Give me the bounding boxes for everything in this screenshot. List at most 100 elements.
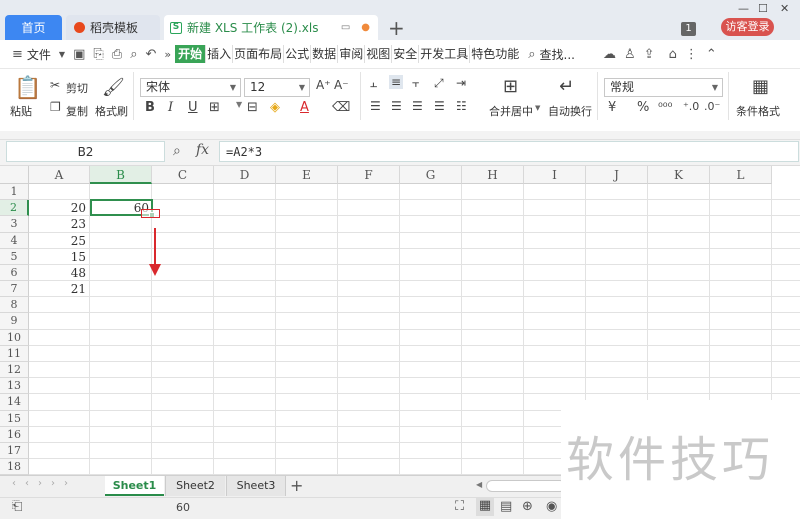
align-middle-icon[interactable]: ≡ <box>389 75 404 89</box>
paste-button[interactable]: 粘贴 <box>10 103 32 119</box>
menu-review[interactable]: 审阅 <box>338 45 366 63</box>
row-header-12[interactable]: 12 <box>0 361 29 379</box>
minimize-icon[interactable]: — <box>738 2 749 15</box>
add-sheet-button[interactable]: + <box>290 476 303 495</box>
column-header-a[interactable]: A <box>29 166 90 184</box>
menu-features[interactable]: 特色功能 <box>470 45 520 63</box>
chevron-down-icon[interactable]: ▼ <box>535 104 540 112</box>
row-header-4[interactable]: 4 <box>0 232 29 249</box>
font-size-select[interactable]: 12 ▼ <box>244 78 310 97</box>
orientation-icon[interactable]: ⤢ <box>434 76 444 91</box>
column-header-f[interactable]: F <box>338 166 400 184</box>
cut-icon[interactable]: ✂ <box>50 78 60 92</box>
number-format-select[interactable]: 常规 ▼ <box>604 78 723 97</box>
window-count-badge[interactable]: 1 <box>681 22 696 36</box>
menu-page-layout[interactable]: 页面布局 <box>233 45 285 63</box>
column-header-b[interactable]: B <box>90 166 152 184</box>
row-header-14[interactable]: 14 <box>0 394 29 411</box>
align-bottom-icon[interactable]: ⫟ <box>412 76 419 91</box>
sheet-tab-2[interactable]: Sheet2 <box>165 476 225 496</box>
name-box[interactable]: B2 <box>6 141 165 162</box>
monitor-icon[interactable]: ▭ <box>341 22 350 33</box>
cell-a7[interactable]: 21 <box>29 281 89 297</box>
conditional-format-icon[interactable]: ▦ <box>752 76 769 97</box>
more-icon[interactable]: » <box>160 48 175 61</box>
row-header-6[interactable]: 6 <box>0 264 29 282</box>
row-header-7[interactable]: 7 <box>0 281 29 298</box>
eye-protection-icon[interactable]: ◉ <box>546 499 557 514</box>
column-header-g[interactable]: G <box>400 166 462 184</box>
row-header-8[interactable]: 8 <box>0 297 29 314</box>
scroll-left-icon[interactable]: ◀ <box>476 480 482 489</box>
login-button[interactable]: 访客登录 <box>721 18 774 36</box>
menu-data[interactable]: 数据 <box>311 45 339 63</box>
tab-home[interactable]: 首页 <box>5 15 62 40</box>
column-header-l[interactable]: L <box>710 166 772 184</box>
column-header-h[interactable]: H <box>462 166 524 184</box>
align-center-icon[interactable]: ☰ <box>391 99 402 113</box>
row-header-5[interactable]: 5 <box>0 248 29 265</box>
chevron-down-icon[interactable]: ▼ <box>236 100 242 109</box>
page-layout-view-icon[interactable]: ▤ <box>500 499 512 514</box>
menu-insert[interactable]: 插入 <box>206 45 234 63</box>
column-header-d[interactable]: D <box>214 166 276 184</box>
formula-input[interactable]: =A2*3 <box>219 141 799 162</box>
thousands-icon[interactable]: ⁰⁰⁰ <box>658 100 672 114</box>
italic-icon[interactable]: I <box>168 100 173 115</box>
align-right-icon[interactable]: ☰ <box>412 99 423 113</box>
row-header-1[interactable]: 1 <box>0 184 29 201</box>
font-name-select[interactable]: 宋体 ▼ <box>140 78 241 97</box>
user-icon[interactable]: ♙ <box>620 47 640 62</box>
indent-icon[interactable]: ⇥ <box>456 76 466 90</box>
border-icon[interactable]: ⊞ <box>209 100 220 115</box>
bold-icon[interactable]: B <box>145 100 155 115</box>
row-header-10[interactable]: 10 <box>0 329 29 346</box>
clear-format-icon[interactable]: ⌫ <box>332 100 350 115</box>
menu-file[interactable]: 文件 <box>27 46 55 63</box>
skin-icon[interactable]: ⌂ <box>665 47 681 62</box>
menu-view[interactable]: 视图 <box>365 45 393 63</box>
column-header-e[interactable]: E <box>276 166 338 184</box>
conditional-format-button[interactable]: 条件格式 <box>736 103 780 119</box>
menu-developer[interactable]: 开发工具 <box>419 45 471 63</box>
row-header-9[interactable]: 9 <box>0 313 29 330</box>
distribute-icon[interactable]: ☷ <box>456 99 467 113</box>
decrease-font-icon[interactable]: A⁻ <box>334 78 349 92</box>
wrap-text-button[interactable]: 自动换行 <box>548 103 592 119</box>
hamburger-icon[interactable]: ≡ <box>0 47 27 62</box>
percent-icon[interactable]: % <box>637 100 649 115</box>
paste-icon[interactable]: 📋 <box>14 76 41 101</box>
select-all-corner[interactable] <box>0 166 29 184</box>
align-top-icon[interactable]: ⫠ <box>370 76 377 91</box>
column-header-j[interactable]: J <box>586 166 648 184</box>
cell-a6[interactable]: 48 <box>29 265 89 281</box>
row-header-2[interactable]: 2 <box>0 200 29 217</box>
print-icon[interactable]: ⎙ <box>108 47 126 62</box>
row-header-17[interactable]: 17 <box>0 442 29 460</box>
horizontal-scrollbar[interactable] <box>486 480 566 492</box>
zoom-search-icon[interactable]: ⌕ <box>173 143 181 159</box>
sheet-tab-1[interactable]: Sheet1 <box>105 476 164 496</box>
cell-a5[interactable]: 15 <box>29 249 89 265</box>
align-left-icon[interactable]: ☰ <box>370 99 381 113</box>
tab-template[interactable]: 稻壳模板 <box>66 15 160 40</box>
wrap-text-icon[interactable]: ↵ <box>559 76 574 97</box>
font-color-icon[interactable]: A <box>300 100 309 115</box>
increase-font-icon[interactable]: A⁺ <box>316 78 331 92</box>
print-preview-icon[interactable]: ⌕ <box>126 47 141 62</box>
more-options-icon[interactable]: ⋮ <box>681 47 702 62</box>
row-header-3[interactable]: 3 <box>0 216 29 233</box>
maximize-icon[interactable]: ☐ <box>758 2 768 15</box>
sheet-tab-3[interactable]: Sheet3 <box>226 476 286 496</box>
format-painter-button[interactable]: 格式刷 <box>95 103 128 119</box>
chevron-down-icon[interactable]: ▼ <box>55 50 69 59</box>
new-tab-button[interactable]: + <box>388 16 405 40</box>
menu-formula[interactable]: 公式 <box>284 45 312 63</box>
cloud-icon[interactable]: ☁ <box>599 47 620 62</box>
justify-icon[interactable]: ☰ <box>434 99 445 113</box>
undo-icon[interactable]: ↶ <box>141 47 160 62</box>
share-icon[interactable]: ⇪ <box>640 47 659 62</box>
row-header-18[interactable]: 18 <box>0 459 29 475</box>
increase-decimal-icon[interactable]: ⁺.0 <box>683 100 699 113</box>
search-icon[interactable]: ⌕ <box>520 47 539 62</box>
